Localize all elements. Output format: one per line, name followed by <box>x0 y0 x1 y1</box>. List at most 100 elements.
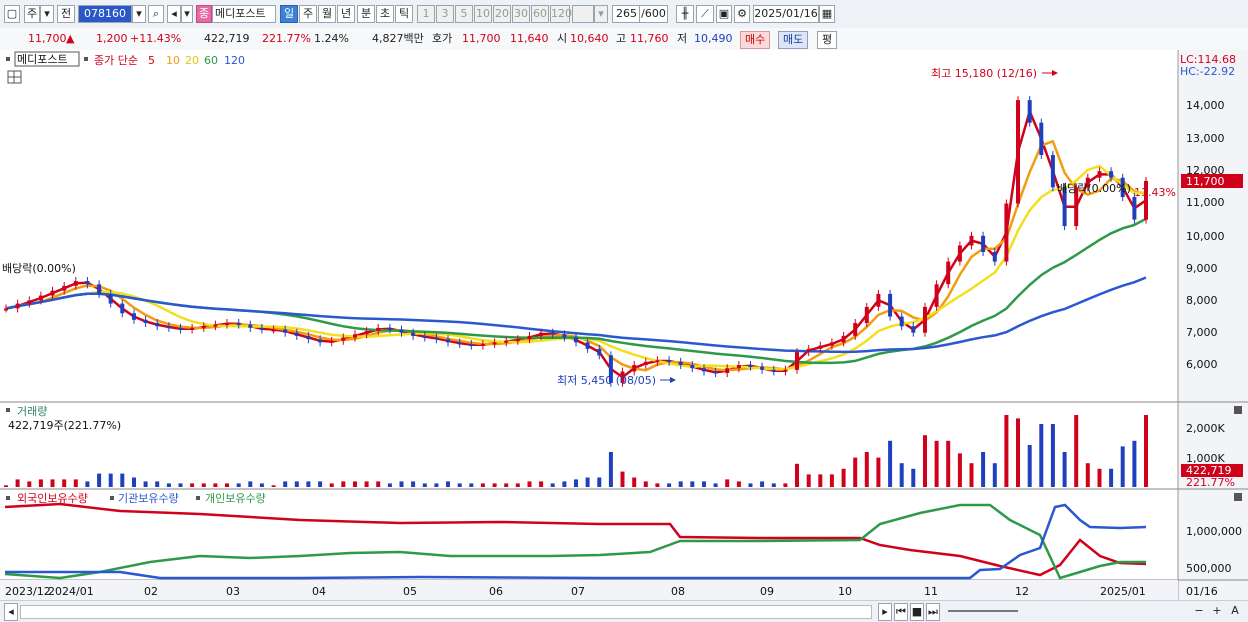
volume-bar <box>248 481 253 487</box>
interval-button[interactable]: 5 <box>455 5 473 23</box>
volume-bar <box>992 463 997 487</box>
eval-button[interactable]: 평 <box>817 31 838 49</box>
x-label: 03 <box>226 585 240 598</box>
market-select[interactable]: 주 <box>24 5 40 23</box>
close-icon[interactable] <box>1234 406 1242 414</box>
period-yearly-button[interactable]: 년 <box>337 5 355 23</box>
count-total: /600 <box>640 5 668 23</box>
window-icon[interactable]: ▢ <box>4 5 20 23</box>
volume-bar <box>934 440 939 487</box>
candle-icon[interactable]: ╫ <box>676 5 694 23</box>
code-input[interactable]: 078160 <box>78 5 132 23</box>
chart-area: 메디포스트 종가 단순 5 10 20 60 120 14,000 13,000… <box>0 50 1248 600</box>
x-label: 04 <box>312 585 326 598</box>
volume-bar <box>201 483 206 487</box>
count-input[interactable]: 265 <box>612 5 640 23</box>
close-icon[interactable] <box>1234 493 1242 501</box>
volume-bar <box>515 483 520 487</box>
volume-bar <box>50 479 55 487</box>
x-label: 11 <box>924 585 938 598</box>
scroll-right-icon[interactable]: ▸ <box>878 603 892 621</box>
chevron-down-icon[interactable]: ▾ <box>181 5 193 23</box>
chevron-down-icon[interactable]: ▾ <box>132 5 146 23</box>
market2-select[interactable]: 전 <box>57 5 75 23</box>
volume-bar <box>190 483 195 487</box>
font-icon[interactable]: A <box>1228 603 1242 621</box>
volume-bar <box>783 483 788 487</box>
volume-bar <box>771 483 776 487</box>
price-tick: 7,000 <box>1186 326 1218 339</box>
turnover-pct: 1.24% <box>314 32 349 45</box>
x-label: 07 <box>571 585 585 598</box>
volume-value: 422,719 <box>204 32 250 45</box>
volume-bar <box>702 481 706 487</box>
trade-amount: 4,827백만 <box>372 32 424 45</box>
chevron-down-icon[interactable]: ▾ <box>40 5 54 23</box>
interval-button[interactable]: 1 <box>417 5 435 23</box>
forward-icon[interactable]: ⏭ <box>926 603 940 621</box>
calendar-icon[interactable]: ▦ <box>819 5 835 23</box>
legend-ma10: 10 <box>166 54 180 67</box>
volume-bar <box>213 483 218 487</box>
hoga-label: 호가 <box>432 32 453 45</box>
period-tick-button[interactable]: 틱 <box>395 5 413 23</box>
x-label: 08 <box>671 585 685 598</box>
interval-custom-input[interactable] <box>572 5 594 23</box>
volume-bar <box>480 483 485 487</box>
interval-button[interactable]: 60 <box>531 5 549 23</box>
period-minute-button[interactable]: 분 <box>357 5 375 23</box>
sell-button[interactable]: 매도 <box>778 31 809 49</box>
interval-button[interactable]: 20 <box>493 5 511 23</box>
volume-bar <box>1039 424 1044 487</box>
legend-ma20: 20 <box>185 54 199 67</box>
ask-price: 11,700 <box>462 32 501 45</box>
volume-bar <box>457 483 462 487</box>
zoom-in-icon[interactable]: + <box>1210 603 1224 621</box>
volume-bar <box>574 479 578 487</box>
interval-button[interactable]: 30 <box>512 5 530 23</box>
volume-bar <box>364 481 369 487</box>
rewind-icon[interactable]: ⏮ <box>894 603 908 621</box>
scroll-left-icon[interactable]: ◂ <box>4 603 18 621</box>
volume-bar <box>120 473 125 487</box>
draw-icon[interactable]: ⟋ <box>696 5 714 23</box>
holdings-foreign: 외국인보유수량 <box>17 492 88 505</box>
save-icon[interactable]: ▣ <box>716 5 732 23</box>
period-monthly-button[interactable]: 월 <box>318 5 336 23</box>
interval-button[interactable]: 120 <box>550 5 572 23</box>
volume-bar <box>981 452 986 487</box>
volume-bar <box>225 483 229 487</box>
volume-bar <box>969 463 974 487</box>
volume-bar <box>422 483 427 487</box>
volume-bar <box>608 452 613 487</box>
period-daily-button[interactable]: 일 <box>280 5 298 23</box>
stop-icon[interactable]: ■ <box>910 603 924 621</box>
zoom-out-icon[interactable]: − <box>1192 603 1206 621</box>
zoom-slider[interactable] <box>948 610 1018 612</box>
volume-bar <box>1074 415 1079 487</box>
volume-bar <box>387 483 392 487</box>
scroll-track[interactable] <box>20 605 872 619</box>
interval-button[interactable]: 3 <box>436 5 454 23</box>
interval-button[interactable]: 10 <box>474 5 492 23</box>
volume-bar <box>853 457 858 487</box>
buy-button[interactable]: 매수 <box>740 31 771 49</box>
volume-bar <box>271 485 276 487</box>
low-note: 최저 5,450 (08/05) <box>557 374 656 387</box>
volume-bar <box>73 479 78 487</box>
high-price: 11,760 <box>630 32 669 45</box>
speaker-icon[interactable]: ◂ <box>167 5 181 23</box>
chevron-down-icon[interactable]: ▾ <box>594 5 608 23</box>
volume-bar <box>329 483 334 487</box>
gear-icon[interactable]: ⚙ <box>734 5 750 23</box>
period-second-button[interactable]: 초 <box>376 5 394 23</box>
holdings-tick: 1,000,000 <box>1186 525 1242 538</box>
volume-bar <box>736 481 741 487</box>
volume-bar <box>236 483 241 487</box>
volume-bar <box>259 483 264 487</box>
search-icon[interactable]: ⌕ <box>148 5 164 23</box>
volume-bar <box>1144 415 1148 487</box>
period-weekly-button[interactable]: 주 <box>299 5 317 23</box>
date-input[interactable]: 2025/01/16 <box>753 5 819 23</box>
x-label: 2023/12 <box>5 585 51 598</box>
